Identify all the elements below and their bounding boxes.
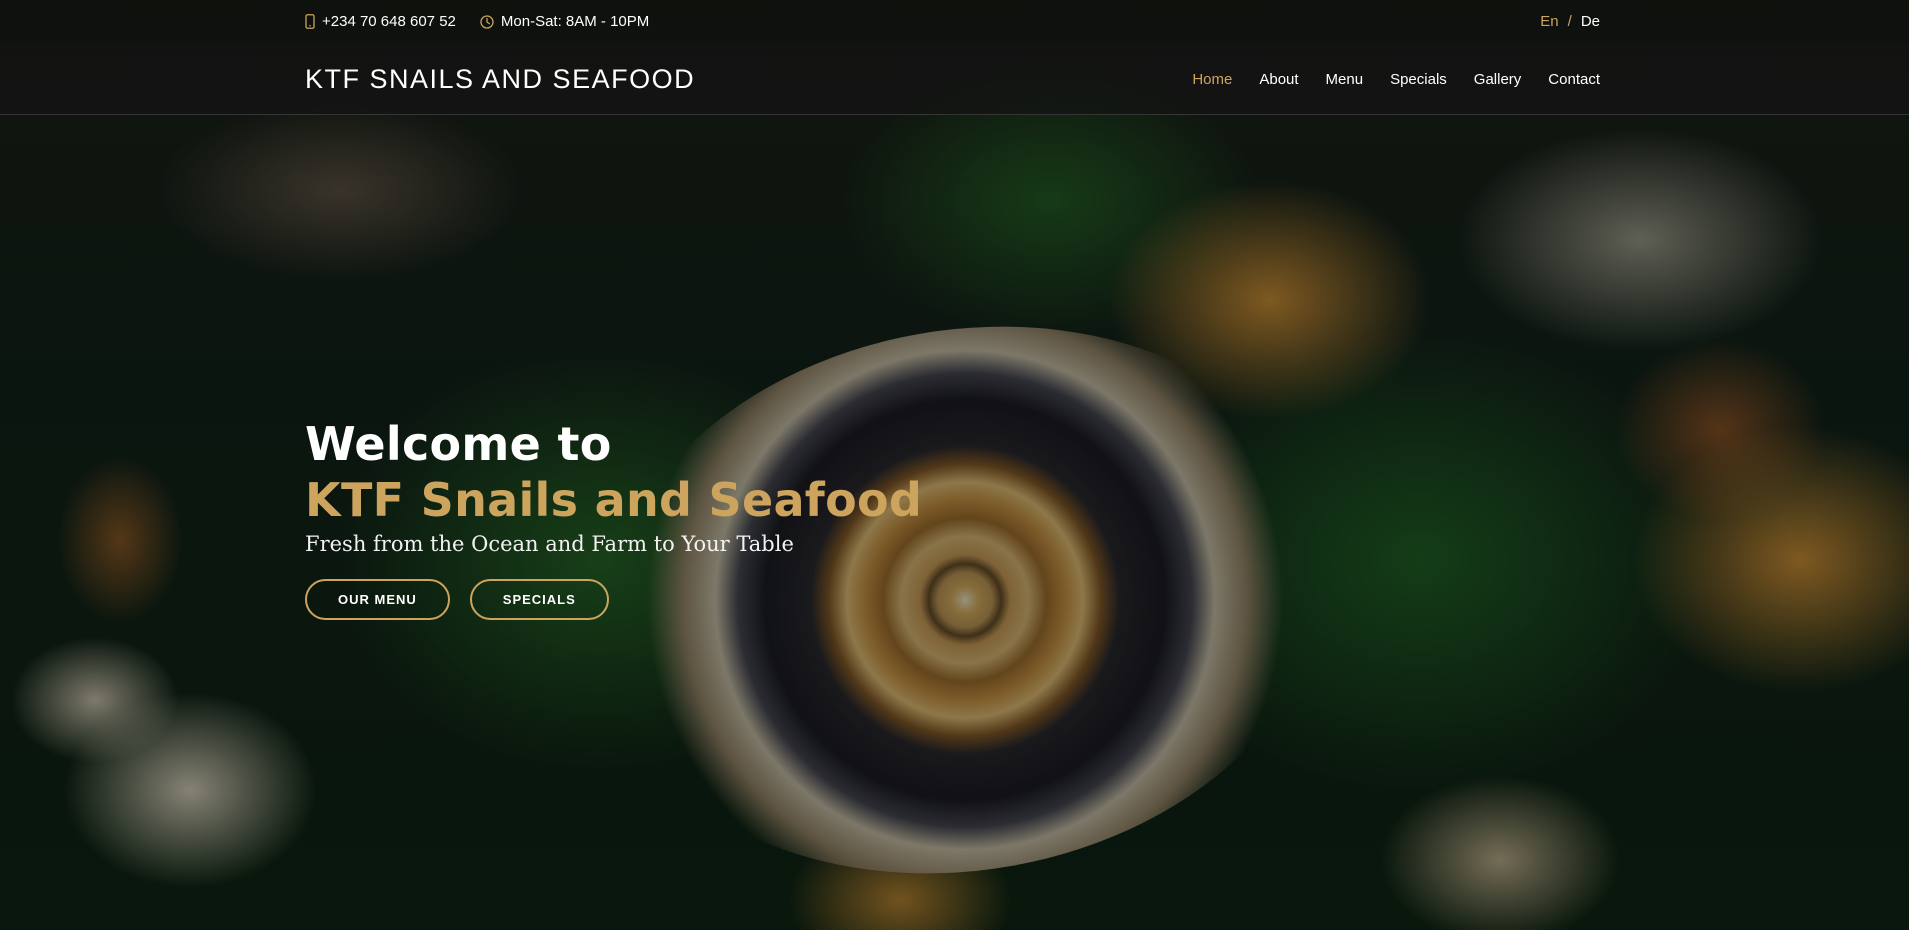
hero-content: Welcome to KTF Snails and Seafood Fresh …	[305, 416, 1205, 620]
language-de[interactable]: De	[1581, 13, 1600, 30]
nav-home[interactable]: Home	[1165, 71, 1232, 88]
top-bar-inner: +234 70 648 607 52 Mon-Sat: 8AM - 10PM E…	[305, 0, 1600, 43]
our-menu-button[interactable]: Our Menu	[305, 579, 450, 620]
language-switcher: En / De	[1540, 13, 1600, 30]
nav-gallery[interactable]: Gallery	[1447, 71, 1522, 88]
phone-info: +234 70 648 607 52	[305, 13, 456, 30]
hero-buttons: Our Menu Specials	[305, 579, 1205, 620]
header-inner: KTF SNAILS AND SEAFOOD Home About Menu S…	[305, 43, 1600, 115]
site-logo[interactable]: KTF SNAILS AND SEAFOOD	[305, 64, 695, 95]
language-separator: /	[1567, 13, 1572, 30]
language-en[interactable]: En	[1540, 13, 1558, 30]
hero-subtitle: Fresh from the Ocean and Farm to Your Ta…	[305, 532, 794, 556]
mobile-phone-icon	[305, 14, 315, 29]
specials-button[interactable]: Specials	[469, 579, 609, 620]
phone-number: +234 70 648 607 52	[322, 13, 456, 30]
top-bar: +234 70 648 607 52 Mon-Sat: 8AM - 10PM E…	[0, 0, 1909, 43]
hero-title-line1: Welcome to	[305, 417, 612, 471]
hero-title: Welcome to KTF Snails and Seafood	[305, 416, 1205, 528]
nav-about[interactable]: About	[1232, 71, 1298, 88]
contact-info: +234 70 648 607 52 Mon-Sat: 8AM - 10PM	[305, 13, 649, 30]
hours-info: Mon-Sat: 8AM - 10PM	[480, 13, 649, 30]
nav-menu[interactable]: Menu	[1299, 71, 1364, 88]
nav-specials[interactable]: Specials	[1363, 71, 1447, 88]
opening-hours: Mon-Sat: 8AM - 10PM	[500, 13, 650, 30]
site-header: KTF SNAILS AND SEAFOOD Home About Menu S…	[0, 43, 1909, 115]
hero-title-brand: KTF Snails and Seafood	[305, 473, 923, 527]
nav-contact[interactable]: Contact	[1521, 71, 1600, 88]
clock-icon	[480, 14, 494, 29]
main-nav: Home About Menu Specials Gallery Contact	[1165, 71, 1600, 88]
